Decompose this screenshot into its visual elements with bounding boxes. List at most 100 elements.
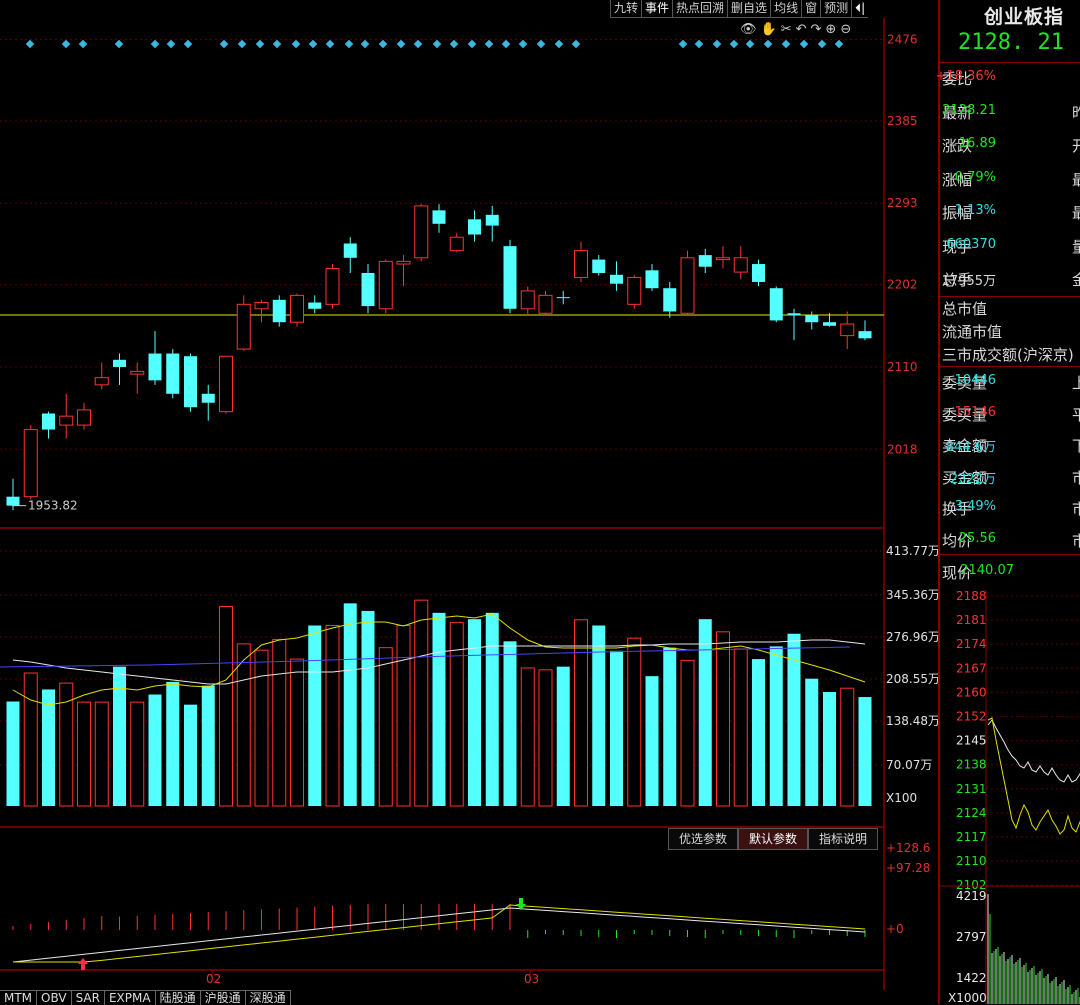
candle-body	[113, 359, 126, 367]
quote-value: 25.56	[958, 530, 996, 546]
candle-body	[130, 370, 145, 375]
candle-body	[680, 257, 695, 314]
mini-price-label: 2152	[956, 710, 987, 724]
event-marker	[291, 39, 301, 49]
event-marker	[61, 39, 71, 49]
mini-price-label: 2160	[956, 685, 987, 699]
volume-bar	[361, 610, 375, 806]
candle-body	[823, 322, 836, 326]
toolbar-hotspot-review[interactable]: 热点回溯	[672, 0, 728, 18]
mini-volume-unit: X1000	[948, 991, 987, 1004]
hand-icon[interactable]: ✋	[761, 22, 777, 37]
mini-price-label: 2188	[956, 590, 987, 603]
event-marker	[308, 39, 318, 49]
event-marker	[413, 39, 423, 49]
toolbar-jiuzhuan[interactable]: 九转	[610, 0, 642, 18]
event-marker	[114, 39, 124, 49]
toolbar-window[interactable]: 窗	[801, 0, 821, 18]
quote-tail-label: 上	[1072, 374, 1080, 392]
volume-bar	[6, 701, 20, 806]
event-marker	[712, 39, 722, 49]
kline-chart[interactable]: 2476238522932202211020181953.82413.77万34…	[0, 0, 938, 1004]
volume-bar	[645, 676, 659, 806]
candle-body	[325, 268, 340, 305]
indicator-axis-label: +97.28	[886, 861, 930, 875]
candle-body	[716, 257, 730, 261]
volume-axis-label: 138.48万	[886, 714, 938, 728]
candle-body	[219, 355, 233, 413]
candle-body	[733, 257, 748, 273]
toolbar-moving-average[interactable]: 均线	[770, 0, 802, 18]
candle-body	[201, 393, 215, 403]
event-marker	[449, 39, 459, 49]
event-marker	[78, 39, 88, 49]
event-marker	[536, 39, 546, 49]
volume-bar	[148, 694, 162, 806]
quote-value: 2322万	[949, 471, 996, 487]
toolbar-remove-favorite[interactable]: 删自选	[727, 0, 771, 18]
volume-unit-label: X100	[886, 791, 917, 805]
volume-bar	[184, 704, 197, 806]
candle-body	[308, 302, 322, 309]
tab-optimized-params[interactable]: 优选参数	[668, 828, 739, 850]
candle-body	[503, 246, 517, 309]
candle-body	[343, 243, 357, 258]
volume-bar	[663, 647, 677, 806]
quote-tail-label: 最	[1072, 170, 1080, 189]
event-marker	[325, 39, 335, 49]
volume-bar	[290, 658, 304, 807]
event-marker	[272, 39, 282, 49]
event-marker	[694, 39, 704, 49]
toolbar-events[interactable]: 事件	[641, 0, 673, 18]
tab-expma[interactable]: EXPMA	[104, 990, 156, 1005]
mini-price-label: 2167	[956, 661, 987, 675]
tab-mtm[interactable]: MTM	[0, 990, 38, 1005]
tab-obv[interactable]: OBV	[37, 990, 72, 1005]
event-marker	[432, 39, 442, 49]
tab-sh-connect[interactable]: 沪股通	[200, 990, 246, 1005]
volume-bar	[343, 603, 357, 806]
candle-body	[627, 276, 642, 305]
zoom-in-icon[interactable]: ⊕	[825, 22, 836, 37]
volume-bar	[485, 612, 499, 806]
eye-icon[interactable]: 👁	[740, 22, 757, 37]
volume-bar	[325, 625, 340, 807]
zoom-out-icon[interactable]: ⊖	[840, 22, 851, 37]
volume-bar	[698, 619, 712, 806]
event-marker	[781, 39, 791, 49]
toolbar-forecast[interactable]: 预测	[820, 0, 852, 18]
tab-hk-connect[interactable]: 陆股通	[155, 990, 201, 1005]
volume-bar	[769, 646, 783, 806]
candle-body	[184, 356, 197, 408]
macd-dif-line	[12, 907, 866, 963]
event-marker	[344, 39, 354, 49]
event-marker	[554, 39, 564, 49]
intraday-minute-chart[interactable]: 2188 2181 2174 2167 2160 2152 2145 2138 2131 2124…	[940, 590, 1080, 1004]
tab-indicator-help[interactable]: 指标说明	[808, 828, 879, 850]
volume-bar	[752, 659, 765, 806]
tab-sar[interactable]: SAR	[71, 990, 105, 1005]
volume-bar	[396, 625, 411, 807]
candle-body	[538, 294, 553, 314]
volume-bar	[94, 701, 109, 807]
volume-bar	[520, 667, 535, 807]
redo-icon[interactable]: ↷	[811, 22, 822, 37]
event-marker	[763, 39, 773, 49]
mini-price-label: 2110	[956, 854, 987, 868]
candle-body	[272, 299, 286, 323]
candle-body	[769, 288, 783, 321]
mini-volume-label: 2797	[956, 930, 987, 944]
quote-tail-label: 市	[1072, 531, 1080, 550]
volume-bar	[23, 672, 38, 807]
quote-value: 2128.21	[942, 102, 996, 118]
undo-icon[interactable]: ↶	[796, 22, 807, 37]
scissors-icon[interactable]: ✂	[781, 22, 792, 37]
tab-default-params[interactable]: 默认参数	[738, 828, 809, 850]
event-marker	[378, 39, 388, 49]
exit-icon[interactable]: ⏴|	[851, 0, 869, 18]
candle-body	[805, 315, 819, 323]
event-marker	[219, 39, 229, 49]
volume-axis-label: 345.36万	[886, 588, 938, 602]
tab-sz-connect[interactable]: 深股通	[245, 990, 291, 1005]
candle-body	[645, 270, 659, 289]
